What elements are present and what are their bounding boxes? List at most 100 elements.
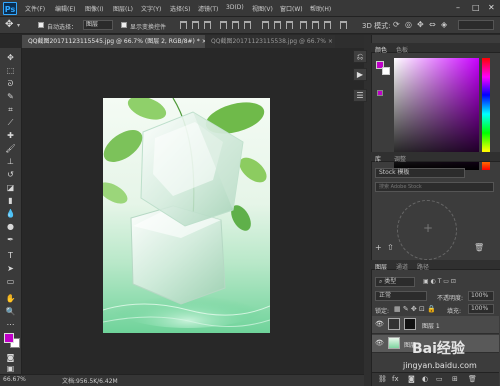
align-top-icon[interactable] [180, 21, 187, 29]
link-layers-icon[interactable]: ⛓ [378, 375, 387, 383]
minimize-button[interactable]: – [456, 3, 460, 12]
align-hcenter-icon[interactable] [232, 21, 239, 29]
menu-help[interactable]: 帮助(H) [310, 4, 331, 13]
menu-filter[interactable]: 滤镜(T) [198, 4, 218, 13]
healing-brush-tool-icon[interactable]: ✚ [4, 130, 17, 141]
align-vcenter-icon[interactable] [192, 21, 199, 29]
menu-view[interactable]: 视图(V) [252, 4, 273, 13]
marquee-tool-icon[interactable]: ⬚ [4, 65, 17, 76]
actions-panel-icon[interactable]: ▶ [353, 68, 367, 81]
auto-align-icon[interactable] [340, 21, 347, 29]
menu-edit[interactable]: 编辑(E) [55, 4, 75, 13]
tab-layers[interactable]: 图层 [375, 262, 387, 271]
blend-mode-select[interactable]: 正常 [375, 291, 427, 301]
document-image[interactable] [103, 98, 270, 333]
clone-stamp-tool-icon[interactable]: ⊥ [4, 156, 17, 167]
tab-color[interactable]: 颜色 [375, 45, 387, 54]
align-bottom-icon[interactable] [204, 21, 211, 29]
properties-panel-icon[interactable]: ☰ [353, 89, 367, 102]
hand-tool-icon[interactable]: ✋ [4, 293, 17, 304]
quick-mask-icon[interactable]: ◙ [4, 352, 17, 363]
library-upload-icon[interactable]: ⇧ [387, 243, 394, 252]
menu-window[interactable]: 窗口(W) [280, 4, 303, 13]
tab-swatches[interactable]: 色板 [396, 45, 408, 54]
chevron-down-icon[interactable]: ▾ [17, 22, 20, 29]
add-content-icon[interactable]: + [423, 221, 433, 235]
menu-file[interactable]: 文件(F) [25, 4, 45, 13]
new-group-icon[interactable]: ▭ [436, 375, 443, 383]
library-select[interactable]: Stock 模板 [375, 168, 465, 178]
add-mask-icon[interactable]: ◙ [408, 375, 415, 383]
maximize-button[interactable]: □ [472, 3, 480, 12]
dodge-tool-icon[interactable]: ● [4, 221, 17, 232]
opacity-input[interactable]: 100% [468, 291, 494, 301]
menu-select[interactable]: 选择(S) [170, 4, 191, 13]
distribute-bottom-icon[interactable] [286, 21, 293, 29]
3d-mode-label[interactable]: 3D 模式: [362, 21, 390, 31]
quick-select-tool-icon[interactable]: ✎ [4, 91, 17, 102]
foreground-color-swatch[interactable] [4, 333, 14, 343]
layer-kind-filter[interactable]: ⌕ 类型 [375, 277, 415, 287]
crop-tool-icon[interactable]: ⌗ [4, 104, 17, 115]
delete-layer-icon[interactable]: 🗑 [468, 375, 477, 383]
3d-slide-icon[interactable]: ⇔ [429, 20, 436, 29]
fill-input[interactable]: 100% [468, 304, 494, 314]
background-color-chip[interactable] [382, 67, 390, 75]
lock-icons[interactable]: ▦ ✎ ✥ ⊡ 🔒 [394, 305, 436, 313]
screen-mode-icon[interactable]: ▣ [4, 363, 17, 374]
move-tool-icon[interactable]: ✥ [4, 52, 17, 63]
blur-tool-icon[interactable]: 💧 [4, 208, 17, 219]
history-brush-tool-icon[interactable]: ↺ [4, 169, 17, 180]
align-right-icon[interactable] [244, 21, 251, 29]
gradient-tool-icon[interactable]: ▮ [4, 195, 17, 206]
brush-tool-icon[interactable]: 🖌 [4, 143, 17, 154]
type-tool-icon[interactable]: T [4, 250, 17, 261]
tab-channels[interactable]: 通道 [396, 262, 408, 271]
library-search-input[interactable]: 搜索 Adobe Stock [375, 182, 494, 192]
zoom-tool-icon[interactable]: 🔍 [4, 306, 17, 317]
tab-libraries[interactable]: 库 [375, 154, 381, 163]
menu-3d[interactable]: 3D(D) [226, 4, 244, 11]
new-layer-icon[interactable]: ⊞ [452, 375, 458, 383]
distribute-left-icon[interactable] [300, 21, 307, 29]
zoom-level[interactable]: 66.67% [3, 376, 26, 383]
history-panel-icon[interactable]: ⎌ [353, 50, 367, 63]
distribute-hcenter-icon[interactable] [312, 21, 319, 29]
workspace-switcher[interactable] [458, 20, 494, 30]
lasso-tool-icon[interactable]: ᘐ [4, 78, 17, 89]
3d-rotate-icon[interactable]: ⟳ [393, 20, 400, 29]
eraser-tool-icon[interactable]: ◪ [4, 182, 17, 193]
tab-adjustments[interactable]: 调整 [394, 154, 406, 163]
tab-paths[interactable]: 路径 [417, 262, 429, 271]
library-add-icon[interactable]: + [375, 243, 382, 252]
auto-select-checkbox[interactable] [38, 22, 44, 28]
filter-icons[interactable]: ▣ ◐ T ▭ ⊡ [423, 278, 456, 285]
menu-layer[interactable]: 图层(L) [113, 4, 133, 13]
distribute-vcenter-icon[interactable] [274, 21, 281, 29]
layer-style-icon[interactable]: fx [392, 375, 399, 383]
eye-icon[interactable]: 👁 [375, 320, 384, 328]
adjustment-layer-icon[interactable]: ◐ [422, 375, 428, 383]
eye-icon[interactable]: 👁 [375, 339, 384, 347]
tab-close-icon[interactable]: × [328, 38, 333, 45]
path-select-tool-icon[interactable]: ➤ [4, 263, 17, 274]
distribute-right-icon[interactable] [324, 21, 331, 29]
more-tools-icon[interactable]: ⋯ [4, 319, 17, 330]
show-transform-checkbox[interactable] [121, 22, 127, 28]
auto-select-dropdown[interactable]: 图层 [83, 20, 113, 30]
rectangle-tool-icon[interactable]: ▭ [4, 276, 17, 287]
menu-image[interactable]: 图像(I) [85, 4, 103, 13]
tab-document-inactive[interactable]: QQ截图20171123115538.jpg @ 66.7% × [205, 35, 335, 48]
library-trash-icon[interactable]: 🗑 [474, 243, 484, 252]
move-tool-icon[interactable]: ✥ [5, 19, 13, 30]
web-safe-color-chip[interactable] [377, 90, 383, 96]
tab-document-active[interactable]: QQ截图20171123115545.jpg @ 66.7% (图层 2, RG… [22, 35, 207, 48]
3d-scale-icon[interactable]: ◈ [441, 20, 447, 29]
distribute-top-icon[interactable] [262, 21, 269, 29]
layer-name[interactable]: 图层 1 [422, 321, 440, 330]
pen-tool-icon[interactable]: ✒ [4, 234, 17, 245]
close-window-button[interactable]: ✕ [488, 3, 495, 12]
3d-pan-icon[interactable]: ✥ [417, 20, 424, 29]
eyedropper-tool-icon[interactable]: ⟋ [4, 117, 17, 128]
menu-type[interactable]: 文字(Y) [141, 4, 161, 13]
